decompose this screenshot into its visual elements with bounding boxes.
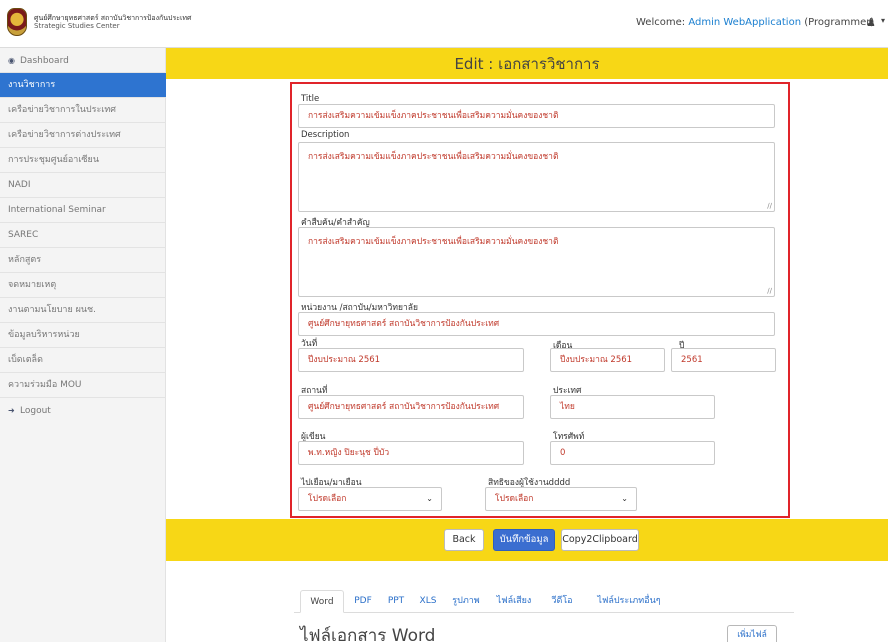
sidebar-item-domestic-network[interactable]: เครือข่ายวิชาการในประเทศ xyxy=(0,98,166,123)
sidebar-item-logout[interactable]: ➜ Logout xyxy=(0,398,166,423)
sidebar-item-dashboard[interactable]: ◉ Dashboard xyxy=(0,48,166,73)
sidebar-item-label: International Seminar xyxy=(8,205,106,215)
dashboard-icon: ◉ xyxy=(8,56,15,65)
sidebar-item-label: เครือข่ายวิชาการในประเทศ xyxy=(8,105,117,115)
sidebar-item-label: เครือข่ายวิชาการต่างประเทศ xyxy=(8,130,121,140)
agency-input[interactable]: ศูนย์ศึกษายุทธศาสตร์ สถาบันวิชาการป้องกั… xyxy=(298,312,775,336)
rights-select[interactable]: โปรดเลือก ⌄ xyxy=(485,487,637,511)
phone-input[interactable]: 0 xyxy=(550,441,715,465)
logout-icon: ➜ xyxy=(8,406,15,415)
sidebar-item-foreign-network[interactable]: เครือข่ายวิชาการต่างประเทศ xyxy=(0,123,166,148)
sidebar-item-unit-admin[interactable]: ข้อมูลบริหารหน่วย xyxy=(0,323,166,348)
sidebar-item-nadi[interactable]: NADI xyxy=(0,173,166,198)
sidebar-item-label: Logout xyxy=(20,406,51,416)
tab-other-files[interactable]: ไฟล์ประเภทอื่นๆ xyxy=(590,590,668,613)
country-input[interactable]: ไทย xyxy=(550,395,715,419)
resize-grip-icon[interactable]: ∕∕ xyxy=(767,202,772,210)
sidebar-item-label: งานวิชาการ xyxy=(8,80,56,90)
sidebar-item-label: ความร่วมมือ MOU xyxy=(8,380,82,390)
sidebar-item-courses[interactable]: หลักสูตร xyxy=(0,248,166,273)
tab-images[interactable]: รูปภาพ xyxy=(449,590,483,613)
sidebar: ◉ Dashboard งานวิชาการ เครือข่ายวิชาการใน… xyxy=(0,48,166,642)
sidebar-item-label: SAREC xyxy=(8,230,39,240)
user-role: (Programmer) xyxy=(804,17,875,28)
sidebar-item-academic[interactable]: งานวิชาการ xyxy=(0,73,166,98)
sidebar-item-label: งานตามนโยบาย ผนช. xyxy=(8,305,96,315)
welcome-text: Welcome: Admin WebApplication (Programme… xyxy=(636,17,874,28)
tab-audio[interactable]: ไฟล์เสียง xyxy=(492,590,536,613)
sidebar-item-seminar[interactable]: International Seminar xyxy=(0,198,166,223)
copy-clipboard-button[interactable]: Copy2Clipboard xyxy=(561,529,639,551)
chevron-down-icon[interactable]: ▾ xyxy=(881,16,885,25)
description-textarea[interactable]: การส่งเสริมความเข้มแข็งภาคประชาชนเพื่อเส… xyxy=(298,142,775,212)
save-button[interactable]: บันทึกข้อมูล xyxy=(493,529,555,551)
tab-xls[interactable]: XLS xyxy=(416,590,440,613)
sidebar-item-label: การประชุมศูนย์อาเซียน xyxy=(8,155,99,165)
description-text: การส่งเสริมความเข้มแข็งภาคประชาชนเพื่อเส… xyxy=(308,152,559,162)
keywords-textarea[interactable]: การส่งเสริมความเข้มแข็งภาคประชาชนเพื่อเส… xyxy=(298,227,775,297)
author-input[interactable]: พ.ท.หญิง ปิยะนุช ปี่บัว xyxy=(298,441,524,465)
title-input[interactable]: การส่งเสริมความเข้มแข็งภาคประชาชนเพื่อเส… xyxy=(298,104,775,128)
sidebar-item-label: เบ็ดเตล็ด xyxy=(8,355,43,365)
files-heading: ไฟล์เอกสาร Word xyxy=(300,626,436,642)
place-input[interactable]: ศูนย์ศึกษายุทธศาสตร์ สถาบันวิชาการป้องกั… xyxy=(298,395,524,419)
tab-video[interactable]: วีดีโอ xyxy=(546,590,578,613)
sidebar-item-misc[interactable]: เบ็ดเตล็ด xyxy=(0,348,166,373)
sidebar-item-label: NADI xyxy=(8,180,31,190)
keywords-text: การส่งเสริมความเข้มแข็งภาคประชาชนเพื่อเส… xyxy=(308,237,559,247)
sidebar-item-asean[interactable]: การประชุมศูนย์อาเซียน xyxy=(0,148,166,173)
tab-word[interactable]: Word xyxy=(300,590,344,613)
username-link[interactable]: Admin WebApplication xyxy=(688,17,801,28)
welcome-prefix: Welcome: xyxy=(636,17,686,28)
visit-select-value: โปรดเลือก xyxy=(308,494,347,504)
chevron-down-icon: ⌄ xyxy=(621,494,628,503)
page-title-bar: Edit : เอกสารวิชาการ xyxy=(166,48,888,79)
page-title: Edit : เอกสารวิชาการ xyxy=(454,55,600,73)
month-input[interactable]: ปีงบประมาณ 2561 xyxy=(550,348,665,372)
day-input[interactable]: ปีงบประมาณ 2561 xyxy=(298,348,524,372)
sidebar-item-label: ข้อมูลบริหารหน่วย xyxy=(8,330,80,340)
tab-pdf[interactable]: PDF xyxy=(350,590,376,613)
brand-english: Strategic Studies Center xyxy=(34,22,120,30)
resize-grip-icon[interactable]: ∕∕ xyxy=(767,287,772,295)
logo xyxy=(7,8,27,36)
title-label: Title xyxy=(301,94,320,104)
sidebar-item-label: หลักสูตร xyxy=(8,255,42,265)
sidebar-item-label: Dashboard xyxy=(20,56,69,66)
rights-select-value: โปรดเลือก xyxy=(495,494,534,504)
chevron-down-icon: ⌄ xyxy=(426,494,433,503)
top-header: ศูนย์ศึกษายุทธศาสตร์ สถาบันวิชาการป้องกั… xyxy=(0,0,888,48)
sidebar-item-label: จดหมายเหตุ xyxy=(8,280,57,290)
description-label: Description xyxy=(301,130,350,140)
tab-ppt[interactable]: PPT xyxy=(384,590,408,613)
sidebar-item-policy[interactable]: งานตามนโยบาย ผนช. xyxy=(0,298,166,323)
sidebar-item-mou[interactable]: ความร่วมมือ MOU xyxy=(0,373,166,398)
add-file-button[interactable]: เพิ่มไฟล์ xyxy=(727,625,777,642)
back-button[interactable]: Back xyxy=(444,529,484,551)
user-icon[interactable]: ♟ xyxy=(866,16,876,29)
year-input[interactable]: 2561 xyxy=(671,348,776,372)
visit-select[interactable]: โปรดเลือก ⌄ xyxy=(298,487,442,511)
sidebar-item-archives[interactable]: จดหมายเหตุ xyxy=(0,273,166,298)
sidebar-item-sarec[interactable]: SAREC xyxy=(0,223,166,248)
